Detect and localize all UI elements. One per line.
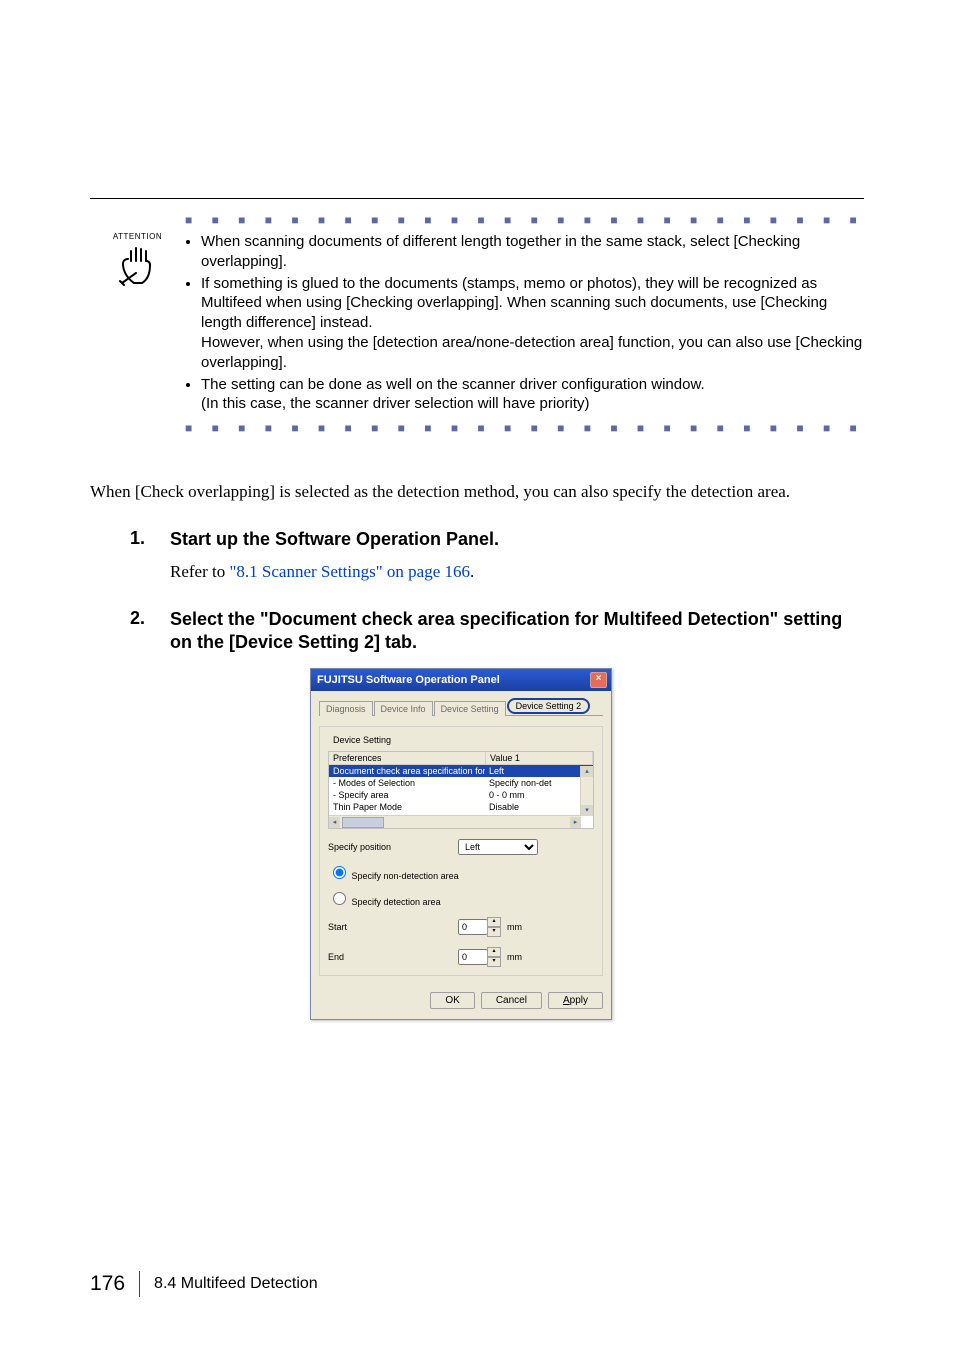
attention-bullet-2: If something is glued to the documents (… [201,275,827,332]
lv-header-preferences[interactable]: Preferences [329,752,486,764]
step-2-number: 2. [90,608,170,1021]
step-1-refer-pre: Refer to [170,562,229,581]
apply-button[interactable]: Apply [548,992,603,1009]
tab-device-setting-2[interactable]: Device Setting 2 [507,698,591,714]
footer-separator [139,1271,140,1297]
tab-device-info[interactable]: Device Info [374,701,433,716]
start-unit: mm [507,922,522,932]
step-2-title: Select the "Document check area specific… [170,608,864,655]
decorative-squares-bottom: ■ ■ ■ ■ ■ ■ ■ ■ ■ ■ ■ ■ ■ ■ ■ ■ ■ ■ ■ ■ … [185,422,864,434]
lv-row-modes-of-selection[interactable]: - Modes of Selection Specify non-det [329,777,593,789]
tab-diagnosis[interactable]: Diagnosis [319,701,373,716]
lv-row-document-check-area[interactable]: Document check area specification for ..… [329,765,593,777]
specify-position-label: Specify position [328,842,458,852]
scroll-thumb[interactable] [342,817,384,828]
radio-detection-input[interactable] [333,892,346,905]
tab-device-setting[interactable]: Device Setting [434,701,506,716]
step-1-refer-link[interactable]: "8.1 Scanner Settings" on page 166 [229,562,470,581]
attention-text: When scanning documents of different len… [185,232,864,416]
end-input[interactable] [458,949,488,965]
lv-row-thin-paper-mode[interactable]: Thin Paper Mode Disable [329,801,593,813]
footer-section-title: 8.4 Multifeed Detection [154,1275,318,1293]
listview-horizontal-scrollbar[interactable]: ◂ ▸ [329,815,581,828]
page-number: 176 [90,1272,125,1296]
attention-bullet-2-tail: However, when using the [detection area/… [201,333,864,373]
step-2: 2. Select the "Document check area speci… [90,608,864,1021]
end-unit: mm [507,952,522,962]
start-input[interactable] [458,919,488,935]
dialog-titlebar: FUJITSU Software Operation Panel × [311,669,611,691]
ok-button[interactable]: OK [430,992,474,1009]
page-divider [90,198,864,199]
lv-row-specify-area[interactable]: - Specify area 0 - 0 mm [329,789,593,801]
attention-hand-icon [90,243,185,291]
step-1-title: Start up the Software Operation Panel. [170,528,864,551]
spin-up-icon[interactable]: ▴ [487,917,501,927]
attention-label: ATTENTION [90,232,185,241]
start-spinner[interactable]: ▴▾ [487,917,501,937]
attention-bullet-3: The setting can be done as well on the s… [201,376,705,393]
close-icon[interactable]: × [590,672,607,688]
body-paragraph: When [Check overlapping] is selected as … [90,482,864,502]
end-label: End [328,952,458,962]
device-setting-group-label: Device Setting [330,735,394,745]
scroll-down-icon[interactable]: ▾ [581,805,593,816]
step-1-number: 1. [90,528,170,581]
attention-block: ■ ■ ■ ■ ■ ■ ■ ■ ■ ■ ■ ■ ■ ■ ■ ■ ■ ■ ■ ■ … [90,214,864,434]
radio-specify-detection-area[interactable]: Specify detection area [328,889,594,907]
attention-bullet-1: When scanning documents of different len… [201,233,800,270]
specify-position-select[interactable]: Left [458,839,538,855]
scroll-left-icon[interactable]: ◂ [329,817,340,828]
spin-down-icon[interactable]: ▾ [487,957,501,967]
tab-strip: Diagnosis Device Info Device Setting Dev… [319,699,603,716]
end-spinner[interactable]: ▴▾ [487,947,501,967]
scroll-up-icon[interactable]: ▴ [581,766,593,777]
specify-area-radio-group: Specify non-detection area Specify detec… [328,863,594,907]
radio-specify-non-detection-area[interactable]: Specify non-detection area [328,863,594,881]
scroll-right-icon[interactable]: ▸ [570,817,581,828]
radio-non-detection-input[interactable] [333,866,346,879]
lv-header-value1[interactable]: Value 1 [486,752,593,764]
apply-button-label-first: A [563,995,570,1006]
step-1-text: Refer to "8.1 Scanner Settings" on page … [170,562,864,582]
step-1: 1. Start up the Software Operation Panel… [90,528,864,581]
attention-bullet-3-paren: (In this case, the scanner driver select… [201,394,864,414]
device-setting-group: Device Setting Preferences Value 1 Docum… [319,726,603,976]
preferences-listview[interactable]: Preferences Value 1 Document check area … [328,751,594,829]
cancel-button[interactable]: Cancel [481,992,542,1009]
step-1-refer-post: . [470,562,474,581]
page-footer: 176 8.4 Multifeed Detection [90,1271,864,1297]
dialog-title: FUJITSU Software Operation Panel [317,674,500,686]
listview-vertical-scrollbar[interactable]: ▴ ▾ [580,766,593,816]
spin-up-icon[interactable]: ▴ [487,947,501,957]
dialog-window: FUJITSU Software Operation Panel × Diagn… [310,668,612,1020]
start-label: Start [328,922,458,932]
decorative-squares-top: ■ ■ ■ ■ ■ ■ ■ ■ ■ ■ ■ ■ ■ ■ ■ ■ ■ ■ ■ ■ … [185,214,864,226]
spin-down-icon[interactable]: ▾ [487,927,501,937]
